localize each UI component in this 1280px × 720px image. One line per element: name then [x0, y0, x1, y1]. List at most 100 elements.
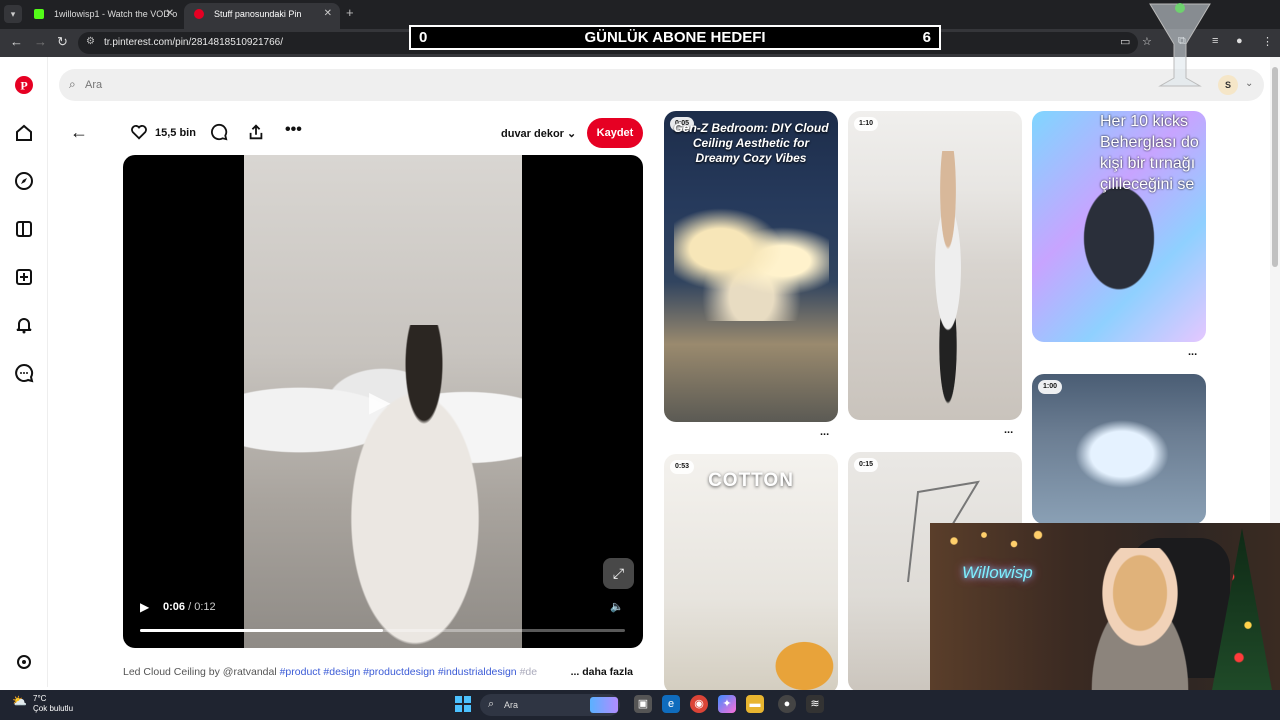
card-title: COTTON	[708, 470, 794, 491]
forward-arrow-icon[interactable]: →	[34, 34, 47, 49]
expand-icon[interactable]: ⤢	[603, 558, 634, 589]
file-explorer-icon[interactable]: ▬	[746, 695, 764, 713]
pinterest-logo-icon[interactable]: P	[14, 75, 34, 95]
pin-card[interactable]: 0:53 COTTON	[664, 454, 838, 694]
video-progress-bar[interactable]	[140, 629, 625, 632]
hashtag-link[interactable]: #productdesign	[363, 666, 435, 678]
copilot-icon[interactable]: ✦	[718, 695, 736, 713]
close-icon[interactable]: ✕	[166, 3, 174, 25]
tab-pinterest-pin[interactable]: Stuff panosundaki Pin ✕	[184, 3, 340, 29]
streamer	[1065, 548, 1215, 690]
duration-badge: 1:10	[854, 117, 879, 131]
windows-taskbar: ⛅ 7°C Çok bulutlu ⌕ Ara ▣ e ◉ ✦ ▬ ● ≋	[0, 690, 1280, 720]
search-icon: ⌕	[69, 77, 76, 91]
search-icon: ⌕	[488, 698, 495, 710]
search-input[interactable]	[85, 75, 985, 95]
create-plus-icon[interactable]	[14, 267, 34, 287]
heart-icon[interactable]	[130, 123, 148, 141]
video-current-time: 0:06	[163, 601, 186, 613]
stream-app-icon[interactable]: ≋	[806, 695, 824, 713]
tab-kick-vod[interactable]: 1willowisp1 - Watch the VOD o ✕	[24, 3, 182, 29]
pin-description: Led Cloud Ceiling by @ratvandal #product…	[123, 666, 643, 678]
chevron-down-icon[interactable]: ⌄	[1245, 78, 1253, 89]
tab-search-menu[interactable]: ▾	[4, 5, 22, 23]
svg-text:P: P	[20, 79, 27, 93]
task-view-icon[interactable]: ▣	[634, 695, 652, 713]
temperature: 7°C	[33, 694, 47, 703]
kick-icon	[34, 9, 44, 19]
video-player[interactable]: ▶ ⤢ ▶ 0:06 / 0:12 🔈	[123, 155, 643, 648]
close-icon[interactable]: ✕	[324, 3, 332, 25]
card-image	[1067, 414, 1177, 494]
overlay-text-line: çilileceğini se	[1100, 176, 1195, 193]
overlay-text-line: Her 10 kicks	[1100, 113, 1189, 130]
video-person	[334, 325, 514, 648]
save-button[interactable]: Kaydet	[587, 118, 643, 148]
overlay-text-line: kişi bir tırnağı	[1100, 155, 1196, 172]
messages-icon[interactable]	[14, 363, 34, 383]
search-bar: ⌕	[59, 69, 1264, 101]
hashtag-link[interactable]: #design	[323, 666, 360, 678]
weather-text: 7°C Çok bulutlu	[33, 694, 73, 714]
install-icon[interactable]: ▭	[1120, 35, 1130, 48]
card-image	[918, 151, 978, 411]
settings-gear-icon[interactable]	[14, 652, 34, 672]
site-info-icon[interactable]: ⚙	[86, 36, 95, 47]
pin-card[interactable]: Her 10 kicks Beherglası do kişi bir tırn…	[1032, 111, 1206, 342]
more-options-icon[interactable]: ...	[1004, 424, 1013, 436]
scrollbar-thumb[interactable]	[1272, 67, 1278, 267]
card-title: Gen-Z Bedroom: DIY Cloud Ceiling Aesthet…	[673, 121, 829, 165]
more-options-icon[interactable]: ...	[1188, 346, 1197, 358]
url-text: tr.pinterest.com/pin/2814818510921766/	[104, 37, 284, 48]
pinterest-icon	[194, 9, 204, 19]
board-name: duvar dekor	[501, 128, 564, 140]
tab-label: 1willowisp1 - Watch the VOD o	[54, 9, 178, 19]
hashtag-link[interactable]: #de	[520, 666, 538, 678]
avatar[interactable]: S	[1218, 75, 1238, 95]
hashtag-link[interactable]: #product	[280, 666, 321, 678]
board-selector[interactable]: duvar dekor ⌄	[501, 127, 576, 140]
menu-kebab-icon[interactable]: ⋮	[1262, 35, 1273, 48]
pin-card[interactable]: 1:10	[848, 111, 1022, 420]
notifications-bell-icon[interactable]	[14, 315, 34, 335]
profile-icon[interactable]: ●	[1236, 35, 1243, 47]
card-image	[754, 624, 838, 694]
more-options-icon[interactable]: ...	[820, 426, 829, 438]
back-arrow-icon[interactable]: ←	[10, 34, 23, 49]
chevron-down-icon: ⌄	[567, 128, 577, 140]
windows-start-icon[interactable]	[455, 696, 471, 712]
pin-card[interactable]: 1:00	[1032, 374, 1206, 524]
chrome-icon[interactable]: ◉	[690, 695, 708, 713]
beaker-glass-icon	[1149, 3, 1211, 87]
share-icon[interactable]	[247, 123, 265, 141]
card-image	[674, 201, 829, 321]
search-highlight-image	[590, 697, 618, 713]
tab-label: Stuff panosundaki Pin	[214, 9, 302, 19]
explore-compass-icon[interactable]	[14, 171, 34, 191]
new-tab-button[interactable]: +	[346, 5, 354, 20]
back-arrow-icon[interactable]: ←	[70, 122, 88, 143]
volume-icon[interactable]: 🔈	[610, 600, 624, 613]
overlay-text-line: Beherglası do	[1100, 134, 1199, 151]
obs-icon[interactable]: ●	[778, 695, 796, 713]
weather-condition: Çok bulutlu	[33, 704, 74, 713]
page-scrollbar[interactable]	[1270, 57, 1280, 527]
duration-badge: 0:15	[854, 458, 879, 472]
more-link[interactable]: ... daha fazla	[564, 666, 633, 678]
webcam-overlay: Willowisp	[930, 523, 1280, 690]
taskbar-search[interactable]: ⌕ Ara	[480, 694, 620, 716]
edge-icon[interactable]: e	[662, 695, 680, 713]
pinterest-sidebar: P	[0, 57, 48, 687]
more-options-icon[interactable]: •••	[285, 121, 302, 139]
reload-icon[interactable]: ↻	[57, 34, 68, 50]
boards-icon[interactable]	[14, 219, 34, 239]
play-overlay-icon[interactable]: ▶	[369, 385, 397, 417]
video-progress-fill	[140, 629, 383, 632]
comment-icon[interactable]	[210, 123, 228, 141]
play-icon[interactable]: ▶	[140, 600, 149, 614]
home-icon[interactable]	[14, 123, 34, 143]
hashtag-link[interactable]: #industrialdesign	[438, 666, 517, 678]
cloud-sun-icon: ⛅	[12, 694, 27, 708]
pin-card[interactable]: 0:05 Gen-Z Bedroom: DIY Cloud Ceiling Ae…	[664, 111, 838, 422]
video-total-time: / 0:12	[188, 601, 216, 613]
